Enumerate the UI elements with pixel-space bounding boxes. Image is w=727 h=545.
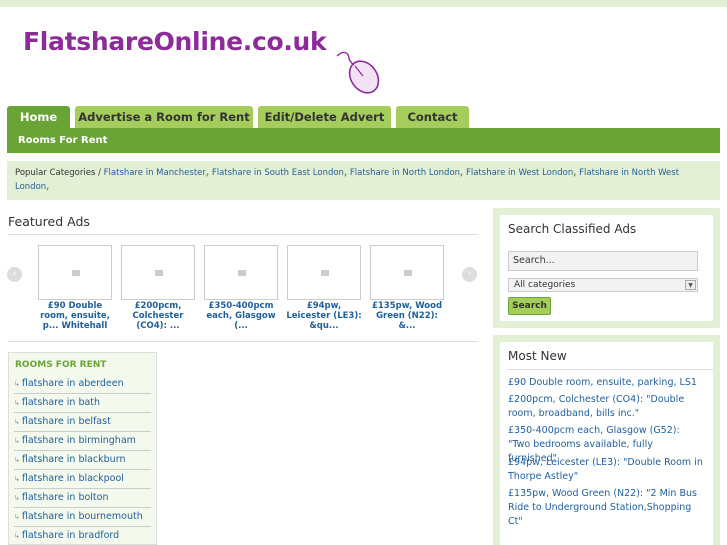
featured-ad-link[interactable]: £350-400pcm each, Glasgow (... (201, 301, 281, 330)
search-button[interactable]: Search (508, 297, 551, 315)
tab-contact[interactable]: Contact (396, 106, 469, 129)
arrow-icon: ↳ (14, 513, 20, 521)
search-input[interactable]: Search... (508, 251, 698, 271)
featured-ad-image[interactable] (370, 245, 444, 300)
site-logo[interactable]: FlatshareOnline.co.uk (23, 27, 327, 56)
search-title: Search Classified Ads (508, 222, 637, 236)
featured-ad-image[interactable] (204, 245, 278, 300)
room-category-link[interactable]: ↳ flatshare in bolton (14, 489, 151, 508)
tab-edit-delete[interactable]: Edit/Delete Advert (258, 106, 391, 129)
featured-ad-link[interactable]: £200pcm, Colchester (CO4): ... (118, 301, 198, 330)
featured-ads-title: Featured Ads (8, 214, 90, 229)
popular-categories: Popular Categories / Flatshare in Manche… (7, 161, 720, 200)
arrow-icon: ↳ (14, 437, 20, 445)
most-new-title: Most New (508, 349, 567, 363)
category-select[interactable]: All categories ▼ (508, 278, 698, 292)
tab-home[interactable]: Home (7, 106, 70, 129)
carousel-prev-icon[interactable]: ‹ (7, 267, 22, 282)
arrow-icon: ↳ (14, 399, 20, 407)
popular-link-north-london[interactable]: Flatshare in North London (350, 168, 460, 178)
featured-ad-link[interactable]: £90 Double room, ensuite, p... Whitehall… (35, 301, 115, 330)
room-category-link[interactable]: ↳ flatshare in aberdeen (14, 375, 151, 394)
room-category-link[interactable]: ↳ flatshare in bradford (14, 527, 151, 545)
divider (508, 369, 713, 370)
room-category-link[interactable]: ↳ flatshare in belfast (14, 413, 151, 432)
popular-prefix: Popular Categories / (15, 168, 104, 178)
arrow-icon: ↳ (14, 532, 20, 540)
popular-link-south-east-london[interactable]: Flatshare in South East London (212, 168, 344, 178)
arrow-icon: ↳ (14, 418, 20, 426)
featured-ad-image[interactable] (38, 245, 112, 300)
featured-ad-image[interactable] (121, 245, 195, 300)
image-placeholder-icon (155, 270, 163, 276)
sub-nav-bar: Rooms For Rent (7, 128, 720, 153)
room-category-link[interactable]: ↳ flatshare in blackburn (14, 451, 151, 470)
most-new-link[interactable]: £200pcm, Colchester (CO4): "Double room,… (508, 393, 703, 421)
featured-ad-link[interactable]: £135pw, Wood Green (N22): &... (367, 301, 447, 330)
rooms-for-rent-title: ROOMS FOR RENT (15, 360, 107, 370)
arrow-icon: ↳ (14, 456, 20, 464)
popular-link-west-london[interactable]: Flatshare in West London (466, 168, 573, 178)
tab-advertise[interactable]: Advertise a Room for Rent (75, 106, 253, 129)
most-new-link[interactable]: £90 Double room, ensuite, parking, LS1 (508, 376, 703, 390)
room-category-link[interactable]: ↳ flatshare in bath (14, 394, 151, 413)
popular-link-manchester[interactable]: Flatshare in Manchester (104, 168, 206, 178)
sub-nav-rooms-for-rent[interactable]: Rooms For Rent (18, 128, 107, 153)
image-placeholder-icon (238, 270, 246, 276)
room-category-link[interactable]: ↳ flatshare in blackpool (14, 470, 151, 489)
carousel-next-icon[interactable]: › (462, 267, 477, 282)
chevron-down-icon: ▼ (685, 280, 696, 290)
featured-ad-link[interactable]: £94pw, Leicester (LE3): &qu... (284, 301, 364, 330)
divider (8, 341, 478, 342)
arrow-icon: ↳ (14, 494, 20, 502)
most-new-link[interactable]: £94pw, Leicester (LE3): "Double Room in … (508, 456, 703, 484)
image-placeholder-icon (321, 270, 329, 276)
image-placeholder-icon (72, 270, 80, 276)
divider (8, 234, 478, 235)
room-category-link[interactable]: ↳ flatshare in bournemouth (14, 508, 151, 527)
image-placeholder-icon (404, 270, 412, 276)
arrow-icon: ↳ (14, 380, 20, 388)
mouse-icon (336, 51, 380, 94)
most-new-link[interactable]: £135pw, Wood Green (N22): "2 Min Bus Rid… (508, 487, 703, 529)
room-category-link[interactable]: ↳ flatshare in birmingham (14, 432, 151, 451)
featured-ad-image[interactable] (287, 245, 361, 300)
arrow-icon: ↳ (14, 475, 20, 483)
